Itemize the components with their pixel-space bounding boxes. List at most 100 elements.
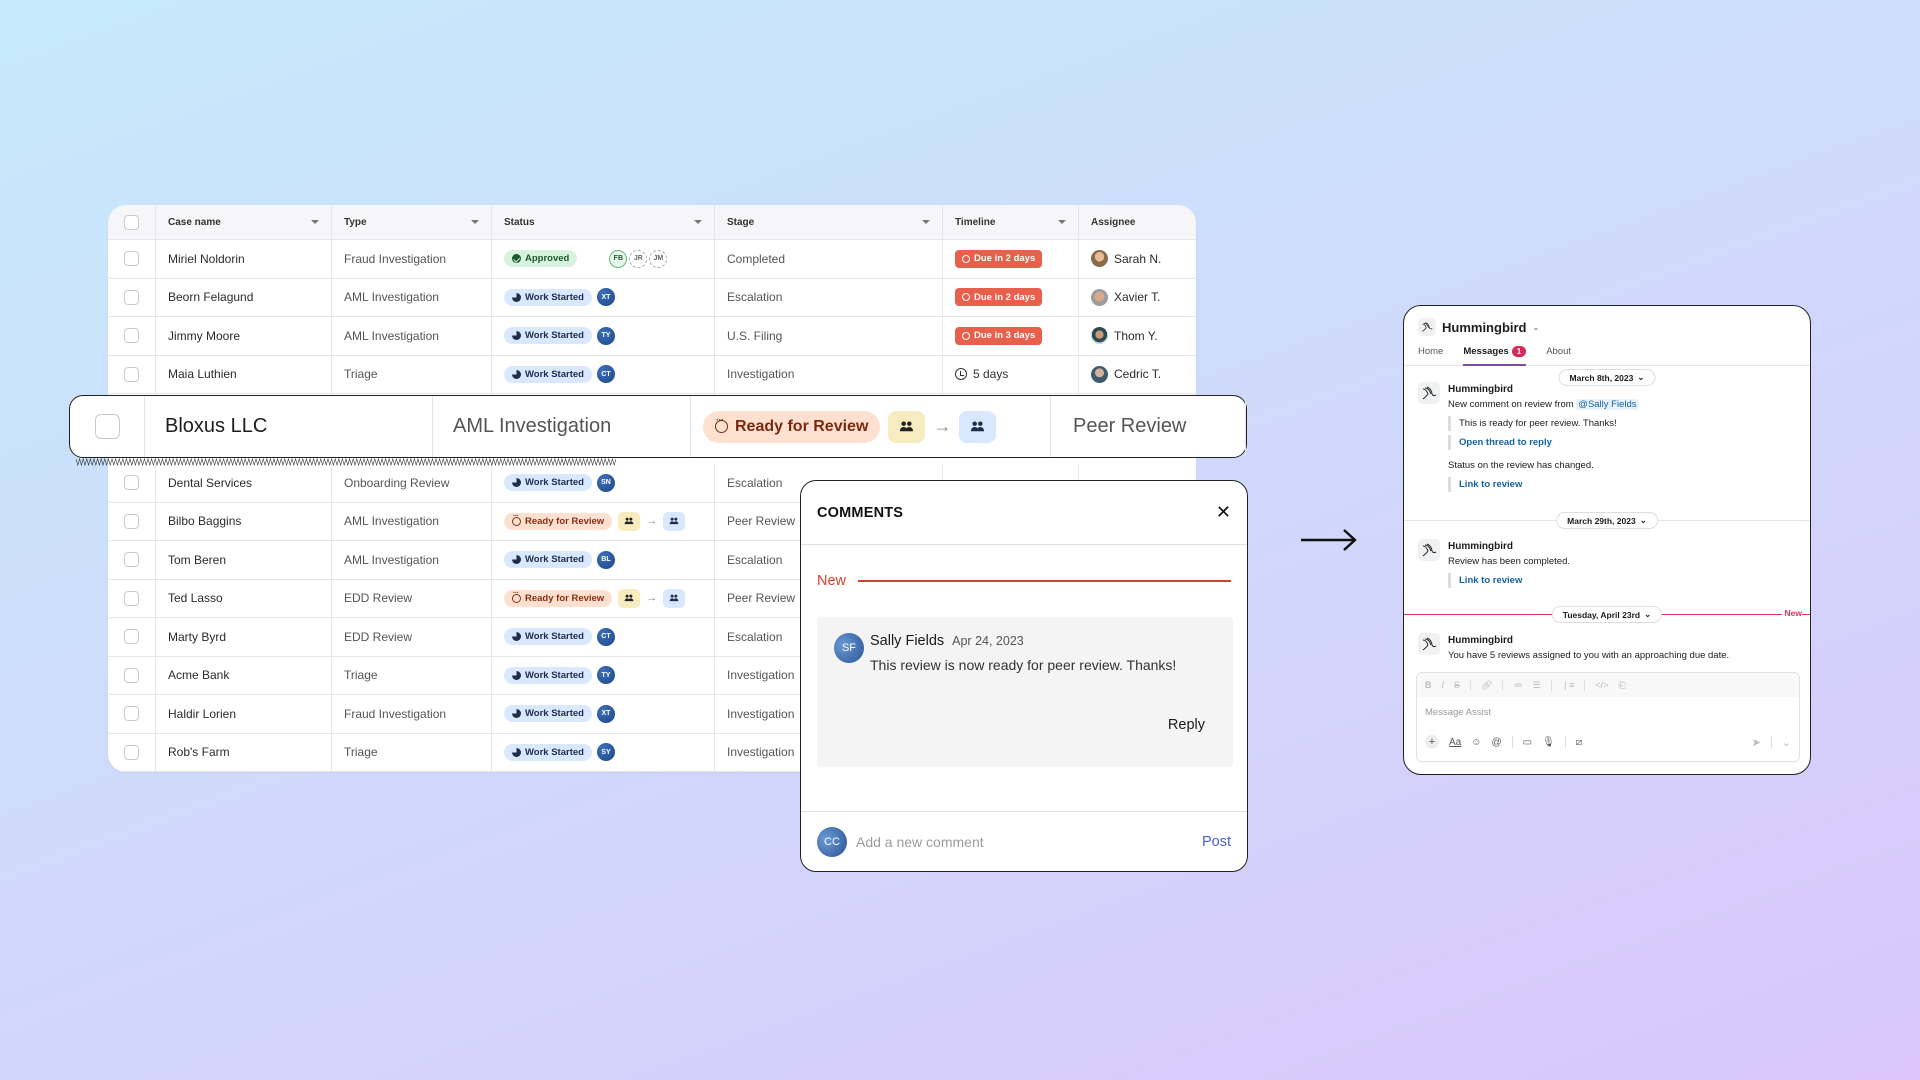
status-badge[interactable]: Ready for Review <box>703 410 881 443</box>
status-badge[interactable]: Work Started <box>504 705 592 723</box>
status-badge[interactable]: Work Started <box>504 327 592 345</box>
message-input[interactable] <box>1425 706 1791 718</box>
reviewer-avatar[interactable]: SY <box>596 743 615 762</box>
reviewer-avatar[interactable]: TY <box>596 666 615 685</box>
open-thread-link[interactable]: Open thread to reply <box>1459 437 1552 448</box>
status-badge[interactable]: Work Started <box>504 365 592 383</box>
case-name[interactable]: Miriel Noldorin <box>156 240 332 278</box>
text-format-icon[interactable]: Aa <box>1449 737 1461 748</box>
status-badge[interactable]: Work Started <box>504 628 592 646</box>
case-name[interactable]: Rob's Farm <box>156 733 332 771</box>
reviewer-avatar[interactable]: SN <box>596 473 615 492</box>
case-name[interactable]: Dental Services <box>156 464 332 502</box>
sort-caret-icon[interactable] <box>311 220 319 224</box>
row-checkbox[interactable] <box>124 366 139 382</box>
reviewer-avatar[interactable]: CT <box>596 627 615 646</box>
italic-icon[interactable]: I <box>1442 680 1445 690</box>
reviewer-avatar[interactable]: FB <box>609 249 628 268</box>
row-checkbox[interactable] <box>124 590 139 606</box>
case-name[interactable]: Ted Lasso <box>156 579 332 617</box>
status-badge[interactable]: Work Started <box>504 666 592 684</box>
chevron-down-icon[interactable]: ⌄ <box>1533 323 1540 332</box>
tab-about[interactable]: About <box>1546 338 1571 365</box>
emoji-icon[interactable]: ☺ <box>1471 737 1481 748</box>
code-block-icon[interactable]: ⎗ <box>1618 680 1625 691</box>
sort-caret-icon[interactable] <box>922 220 930 224</box>
case-name[interactable]: Jimmy Moore <box>156 317 332 355</box>
sort-caret-icon[interactable] <box>694 220 702 224</box>
row-checkbox[interactable] <box>124 667 139 683</box>
table-row[interactable]: Jimmy Moore AML Investigation Work Start… <box>108 317 1196 356</box>
case-name[interactable]: Marty Byrd <box>156 618 332 656</box>
chevron-down-icon[interactable]: ⌄ <box>1782 736 1791 749</box>
column-header-stage[interactable]: Stage <box>715 205 943 239</box>
reviewer-avatar[interactable]: JM <box>649 249 668 268</box>
reviewer-avatar[interactable]: XT <box>596 288 615 307</box>
table-row[interactable]: Maia Luthien Triage Work Started CT Inves… <box>108 355 1196 394</box>
new-comment-input[interactable] <box>856 833 1202 850</box>
post-button[interactable]: Post <box>1202 834 1231 850</box>
case-name[interactable]: Tom Beren <box>156 541 332 579</box>
column-header-case-name[interactable]: Case name <box>156 205 332 239</box>
row-checkbox[interactable] <box>124 328 139 344</box>
status-badge[interactable]: Ready for Review <box>504 512 613 530</box>
microphone-icon[interactable]: 🎙︎ <box>1542 737 1555 748</box>
table-row[interactable]: Beorn Felagund AML Investigation Work St… <box>108 278 1196 317</box>
status-badge[interactable]: Work Started <box>504 288 592 306</box>
link-to-review[interactable]: Link to review <box>1459 479 1522 490</box>
select-all-checkbox[interactable] <box>124 214 139 230</box>
link-to-review[interactable]: Link to review <box>1459 575 1522 586</box>
row-checkbox[interactable] <box>124 744 139 760</box>
row-checkbox[interactable] <box>124 251 139 267</box>
plus-icon[interactable]: + <box>1425 735 1439 749</box>
mention-icon[interactable]: @ <box>1491 737 1501 748</box>
highlighted-case-row[interactable]: Bloxus LLC AML Investigation Ready for R… <box>69 395 1247 466</box>
reviewer-avatar[interactable]: JR <box>629 249 648 268</box>
row-checkbox[interactable] <box>124 706 139 722</box>
app-header[interactable]: Hummingbird ⌄ <box>1404 306 1810 338</box>
column-header-assignee[interactable]: Assignee <box>1079 205 1196 239</box>
date-divider-button[interactable]: March 29th, 2023 ⌄ <box>1556 512 1658 529</box>
date-divider-button[interactable]: March 8th, 2023 ⌄ <box>1558 369 1656 386</box>
bulleted-list-icon[interactable]: ☰ <box>1532 680 1540 691</box>
table-row[interactable]: Miriel Noldorin Fraud Investigation Appr… <box>108 240 1196 279</box>
date-divider-button[interactable]: Tuesday, April 23rd ⌄ <box>1551 606 1663 623</box>
blockquote-icon[interactable]: ❘≡ <box>1562 680 1575 691</box>
row-checkbox[interactable] <box>124 552 139 568</box>
case-name[interactable]: Bilbo Baggins <box>156 502 332 540</box>
user-mention[interactable]: @Sally Fields <box>1576 399 1639 410</box>
tab-messages[interactable]: Messages 1 <box>1463 338 1527 366</box>
status-badge[interactable]: Work Started <box>504 551 592 569</box>
case-name[interactable]: Acme Bank <box>156 656 332 694</box>
bold-icon[interactable]: B <box>1425 680 1432 690</box>
reply-button[interactable]: Reply <box>1168 717 1205 733</box>
close-icon[interactable]: ✕ <box>1216 502 1231 523</box>
status-badge[interactable]: Work Started <box>504 743 592 761</box>
row-checkbox[interactable] <box>124 289 139 305</box>
case-name[interactable]: Haldir Lorien <box>156 695 332 733</box>
column-header-timeline[interactable]: Timeline <box>943 205 1079 239</box>
case-name[interactable]: Beorn Felagund <box>156 278 332 316</box>
link-icon[interactable]: 🔗︎ <box>1481 680 1492 691</box>
reviewer-avatar[interactable]: XT <box>596 704 615 723</box>
row-checkbox[interactable] <box>94 414 120 439</box>
video-icon[interactable]: ▭ <box>1523 737 1532 748</box>
reviewer-avatar[interactable]: BL <box>596 550 615 569</box>
send-icon[interactable]: ➤ <box>1752 736 1761 749</box>
sort-caret-icon[interactable] <box>471 220 479 224</box>
column-header-status[interactable]: Status <box>492 205 715 239</box>
row-checkbox[interactable] <box>124 513 139 529</box>
reviewer-avatar[interactable]: TY <box>596 326 615 345</box>
reviewer-avatar[interactable]: CT <box>596 365 615 384</box>
case-name[interactable]: Bloxus LLC <box>145 396 433 457</box>
column-header-type[interactable]: Type <box>332 205 492 239</box>
shortcut-icon[interactable]: ⧄ <box>1576 737 1582 748</box>
code-icon[interactable]: </> <box>1595 680 1608 690</box>
status-badge[interactable]: Approved <box>504 250 578 268</box>
strikethrough-icon[interactable]: S <box>1454 680 1460 690</box>
status-badge[interactable]: Ready for Review <box>504 589 613 607</box>
row-checkbox[interactable] <box>124 629 139 645</box>
sort-caret-icon[interactable] <box>1058 220 1066 224</box>
tab-home[interactable]: Home <box>1418 338 1443 365</box>
row-checkbox[interactable] <box>124 475 139 491</box>
